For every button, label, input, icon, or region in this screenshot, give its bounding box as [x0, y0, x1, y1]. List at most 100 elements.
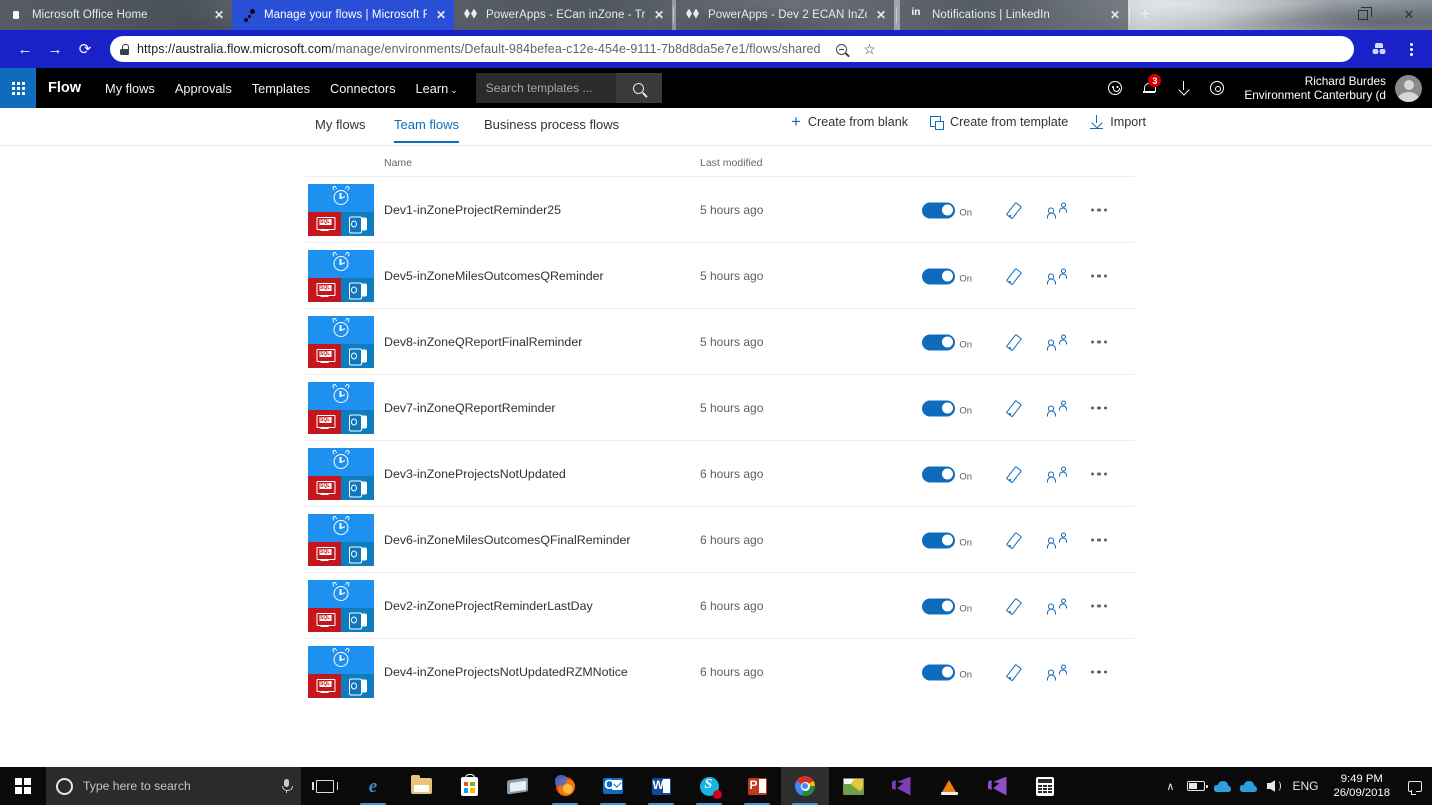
edit-flow-button[interactable] — [994, 202, 1036, 219]
reload-button[interactable]: ⟳ — [70, 34, 100, 64]
flow-name[interactable]: Dev1-inZoneProjectReminder25 — [384, 203, 561, 217]
microphone-icon[interactable] — [282, 779, 291, 793]
search-icon[interactable] — [616, 73, 662, 103]
battery-icon[interactable] — [1183, 767, 1209, 805]
forward-button[interactable]: → — [40, 34, 70, 64]
share-flow-button[interactable] — [1036, 268, 1078, 284]
tab-close-button[interactable]: ✕ — [212, 8, 226, 22]
edit-flow-button[interactable] — [994, 466, 1036, 483]
taskbar-app-mail-icon[interactable] — [493, 767, 541, 805]
toggle-switch[interactable] — [922, 202, 955, 218]
taskbar-app-visual-studio-icon[interactable] — [973, 767, 1021, 805]
taskbar-app-word-icon[interactable] — [637, 767, 685, 805]
more-options-button[interactable] — [1078, 604, 1120, 607]
flow-status-toggle[interactable]: On — [922, 532, 972, 548]
table-row[interactable]: SQL Dev5-inZoneMilesOutcomesQReminder 5 … — [305, 243, 1135, 309]
zoom-out-icon[interactable] — [829, 36, 855, 62]
more-options-button[interactable] — [1078, 538, 1120, 541]
table-row[interactable]: SQL Dev1-inZoneProjectReminder25 5 hours… — [305, 177, 1135, 243]
flow-name[interactable]: Dev2-inZoneProjectReminderLastDay — [384, 599, 593, 613]
toggle-switch[interactable] — [922, 664, 955, 680]
toggle-switch[interactable] — [922, 400, 955, 416]
toggle-switch[interactable] — [922, 268, 955, 284]
browser-tab-3[interactable]: PowerApps - Dev 2 ECAN InZone ✕ — [676, 0, 894, 30]
avatar[interactable] — [1395, 75, 1422, 102]
nav-item-my-flows[interactable]: My flows — [95, 81, 165, 96]
edit-flow-button[interactable] — [994, 400, 1036, 417]
share-flow-button[interactable] — [1036, 400, 1078, 416]
flow-name[interactable]: Dev8-inZoneQReportFinalReminder — [384, 335, 582, 349]
table-row[interactable]: SQL Dev2-inZoneProjectReminderLastDay 6 … — [305, 573, 1135, 639]
chrome-menu-icon[interactable] — [1396, 34, 1426, 64]
toggle-switch[interactable] — [922, 334, 955, 350]
nav-item-approvals[interactable]: Approvals — [165, 81, 242, 96]
volume-icon[interactable] — [1261, 767, 1287, 805]
app-launcher-icon[interactable] — [0, 68, 36, 108]
share-flow-button[interactable] — [1036, 532, 1078, 548]
tab-my-flows[interactable]: My flows — [315, 117, 366, 132]
edit-flow-button[interactable] — [994, 334, 1036, 351]
edit-flow-button[interactable] — [994, 598, 1036, 615]
toggle-switch[interactable] — [922, 466, 955, 482]
task-view-icon[interactable] — [301, 767, 349, 805]
import-button[interactable]: Import — [1090, 115, 1146, 129]
download-icon[interactable] — [1166, 68, 1200, 108]
browser-tab-4[interactable]: Notifications | LinkedIn ✕ — [900, 0, 1128, 30]
gear-icon[interactable] — [1200, 68, 1234, 108]
taskbar-app-microsoft-store-icon[interactable] — [445, 767, 493, 805]
flow-status-toggle[interactable]: On — [922, 202, 972, 218]
flow-status-toggle[interactable]: On — [922, 268, 972, 284]
taskbar-app-vlc-icon[interactable] — [925, 767, 973, 805]
more-options-button[interactable] — [1078, 208, 1120, 211]
nav-item-connectors[interactable]: Connectors — [320, 81, 405, 96]
create-from-blank-button[interactable]: + Create from blank — [791, 115, 908, 129]
table-row[interactable]: SQL Dev7-inZoneQReportReminder 5 hours a… — [305, 375, 1135, 441]
edit-flow-button[interactable] — [994, 532, 1036, 549]
taskbar-app-powerpoint-icon[interactable] — [733, 767, 781, 805]
share-flow-button[interactable] — [1036, 598, 1078, 614]
flow-name[interactable]: Dev7-inZoneQReportReminder — [384, 401, 555, 415]
flow-name[interactable]: Dev6-inZoneMilesOutcomesQFinalReminder — [384, 533, 631, 547]
taskbar-app-firefox-icon[interactable] — [541, 767, 589, 805]
flow-status-toggle[interactable]: On — [922, 598, 972, 614]
back-button[interactable]: ← — [10, 34, 40, 64]
edit-flow-button[interactable] — [994, 268, 1036, 285]
toggle-switch[interactable] — [922, 532, 955, 548]
flow-name[interactable]: Dev4-inZoneProjectsNotUpdatedRZMNotice — [384, 665, 628, 679]
taskbar-app-file-explorer-icon[interactable] — [397, 767, 445, 805]
toggle-switch[interactable] — [922, 598, 955, 614]
brand-title[interactable]: Flow — [48, 80, 81, 96]
clock[interactable]: 9:49 PM 26/09/2018 — [1323, 772, 1400, 801]
edit-flow-button[interactable] — [994, 664, 1036, 681]
onedrive-personal-icon[interactable] — [1209, 767, 1235, 805]
more-options-button[interactable] — [1078, 472, 1120, 475]
taskbar-app-edge-icon[interactable]: e — [349, 767, 397, 805]
more-options-button[interactable] — [1078, 670, 1120, 673]
more-options-button[interactable] — [1078, 406, 1120, 409]
flow-status-toggle[interactable]: On — [922, 466, 972, 482]
onedrive-business-icon[interactable] — [1235, 767, 1261, 805]
flow-name[interactable]: Dev5-inZoneMilesOutcomesQReminder — [384, 269, 604, 283]
more-options-button[interactable] — [1078, 274, 1120, 277]
address-bar[interactable]: https://australia.flow.microsoft.com/man… — [110, 36, 1354, 62]
windows-start-icon[interactable] — [0, 767, 46, 805]
flow-status-toggle[interactable]: On — [922, 400, 972, 416]
table-row[interactable]: SQL Dev6-inZoneMilesOutcomesQFinalRemind… — [305, 507, 1135, 573]
more-options-button[interactable] — [1078, 340, 1120, 343]
smiley-icon[interactable] — [1098, 68, 1132, 108]
close-window-button[interactable]: ✕ — [1386, 0, 1432, 30]
share-flow-button[interactable] — [1036, 466, 1078, 482]
share-flow-button[interactable] — [1036, 664, 1078, 680]
tab-close-button[interactable]: ✕ — [652, 8, 666, 22]
taskbar-app-outlook-icon[interactable] — [589, 767, 637, 805]
cortana-icon[interactable] — [56, 778, 73, 795]
language-indicator[interactable]: ENG — [1287, 767, 1323, 805]
nav-item-templates[interactable]: Templates — [242, 81, 320, 96]
tab-business-process-flows[interactable]: Business process flows — [484, 117, 619, 132]
search-input[interactable] — [476, 73, 616, 103]
flow-status-toggle[interactable]: On — [922, 334, 972, 350]
new-tab-button[interactable]: + — [1132, 4, 1158, 26]
tab-team-flows[interactable]: Team flows — [394, 117, 459, 132]
bookmark-star-icon[interactable]: ☆ — [857, 36, 883, 62]
taskbar-app-chrome-icon[interactable] — [781, 767, 829, 805]
